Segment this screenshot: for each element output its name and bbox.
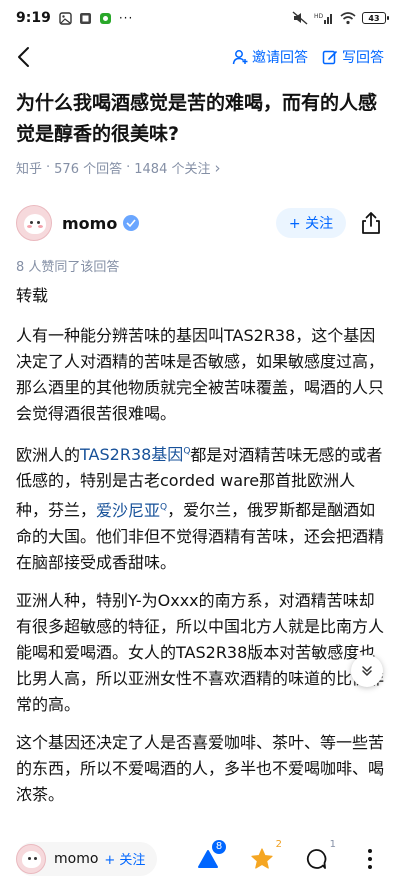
paragraph-1: 人有一种能分辨苦味的基因叫TAS2R38，这个基因决定了人对酒精的苦味是否敏感，… xyxy=(16,326,385,423)
bottom-follow-button[interactable]: + 关注 xyxy=(104,849,145,868)
double-chevron-down-icon xyxy=(362,666,372,676)
photo-icon xyxy=(59,11,72,25)
battery-level: 43 xyxy=(368,13,380,23)
chevron-right-icon: › xyxy=(214,158,221,177)
keyword-text: 爱沙尼亚 xyxy=(96,500,161,520)
question-meta[interactable]: 知乎 · 576 个回答 · 1484 个关注 › xyxy=(16,158,384,178)
answer-content: 转载 人有一种能分辨苦味的基因叫TAS2R38，这个基因决定了人对酒精的苦味是否… xyxy=(16,283,384,820)
status-time: 9:19 xyxy=(16,10,51,26)
paragraph-text: 欧洲人的 xyxy=(16,445,81,465)
comment-button[interactable]: 1 xyxy=(302,839,336,873)
keyword-text: TAS2R38基因 xyxy=(80,445,184,465)
collapse-button[interactable] xyxy=(351,655,383,687)
share-icon xyxy=(362,212,380,234)
paragraph-3: 亚洲人种，特别Y-为Oxxx的南方系，对酒精苦味却有很多超敏感的特征，所以中国北… xyxy=(16,590,385,714)
meta-separator: · xyxy=(126,160,131,175)
repost-label: 转载 xyxy=(16,286,49,305)
more-options-button[interactable] xyxy=(356,845,384,873)
invite-person-icon xyxy=(232,50,248,65)
upvote-button[interactable]: 8 xyxy=(194,839,226,873)
paragraph-2: 欧洲人的TAS2R38基因Q都是对酒精苦味无感的或者低感的，特别是古老corde… xyxy=(16,439,384,576)
bottom-icons: 8 2 1 xyxy=(194,839,384,873)
share-button[interactable] xyxy=(360,211,384,235)
more-vertical-icon xyxy=(368,848,372,869)
favorite-count: 2 xyxy=(275,838,282,850)
edit-icon xyxy=(322,50,337,65)
bottom-action-bar: momo + 关注 8 2 1 xyxy=(0,828,400,889)
status-bar: 9:19 ··· HD 43 xyxy=(0,0,400,36)
status-left-icons: ··· xyxy=(59,11,133,25)
comment-count: 1 xyxy=(329,838,336,850)
app-notification-icon xyxy=(99,12,111,24)
keyword-link-estonia[interactable]: 爱沙尼亚Q xyxy=(96,501,167,520)
top-nav: 邀请回答 写回答 xyxy=(0,36,400,78)
invite-answer-label: 邀请回答 xyxy=(252,50,308,66)
svg-text:HD: HD xyxy=(314,13,324,20)
comment-icon xyxy=(306,848,327,869)
question-source: 知乎 xyxy=(16,162,43,177)
star-icon xyxy=(251,847,273,869)
endorsement-count: 8 人赞同了该回答 xyxy=(16,260,120,275)
paragraph-4: 这个基因还决定了人是否喜爱咖啡、茶叶、等一些苦的东西，所以不爱喝酒的人，多半也不… xyxy=(16,732,385,804)
bottom-author-name: momo xyxy=(54,850,99,867)
keyword-link-tas2r38[interactable]: TAS2R38基因Q xyxy=(80,445,190,464)
answer-count: 576 个回答 xyxy=(54,162,123,177)
gallery-icon xyxy=(79,12,91,24)
cellular-signal-icon: HD xyxy=(314,13,332,24)
author-row: momo + 关注 xyxy=(16,200,384,246)
status-right-icons: HD 43 xyxy=(292,11,389,25)
question-title[interactable]: 为什么我喝酒感觉是苦的难喝，而有的人感觉是醇香的很美味? xyxy=(16,88,384,150)
mute-icon xyxy=(292,11,308,25)
follower-count: 1484 个关注 xyxy=(134,162,211,177)
nav-actions: 邀请回答 写回答 xyxy=(232,47,384,67)
chevron-left-icon xyxy=(18,47,29,67)
write-answer-button[interactable]: 写回答 xyxy=(322,47,384,67)
avatar[interactable] xyxy=(16,205,52,241)
back-button[interactable] xyxy=(16,45,40,69)
favorite-button[interactable]: 2 xyxy=(248,839,282,873)
follow-button[interactable]: + 关注 xyxy=(276,208,346,238)
bottom-author-chip[interactable]: momo + 关注 xyxy=(16,841,158,876)
invite-answer-button[interactable]: 邀请回答 xyxy=(232,47,308,67)
write-answer-label: 写回答 xyxy=(342,50,384,66)
avatar xyxy=(16,843,46,874)
wifi-icon xyxy=(340,11,356,24)
question-header: 为什么我喝酒感觉是苦的难喝，而有的人感觉是醇香的很美味? 知乎 · 576 个回… xyxy=(16,88,384,177)
upvote-count: 8 xyxy=(212,839,226,854)
verified-badge-icon xyxy=(123,215,140,231)
meta-separator: · xyxy=(46,160,51,175)
battery-icon: 43 xyxy=(362,12,389,24)
more-notifications-icon: ··· xyxy=(118,11,134,25)
author-name[interactable]: momo xyxy=(62,214,117,233)
